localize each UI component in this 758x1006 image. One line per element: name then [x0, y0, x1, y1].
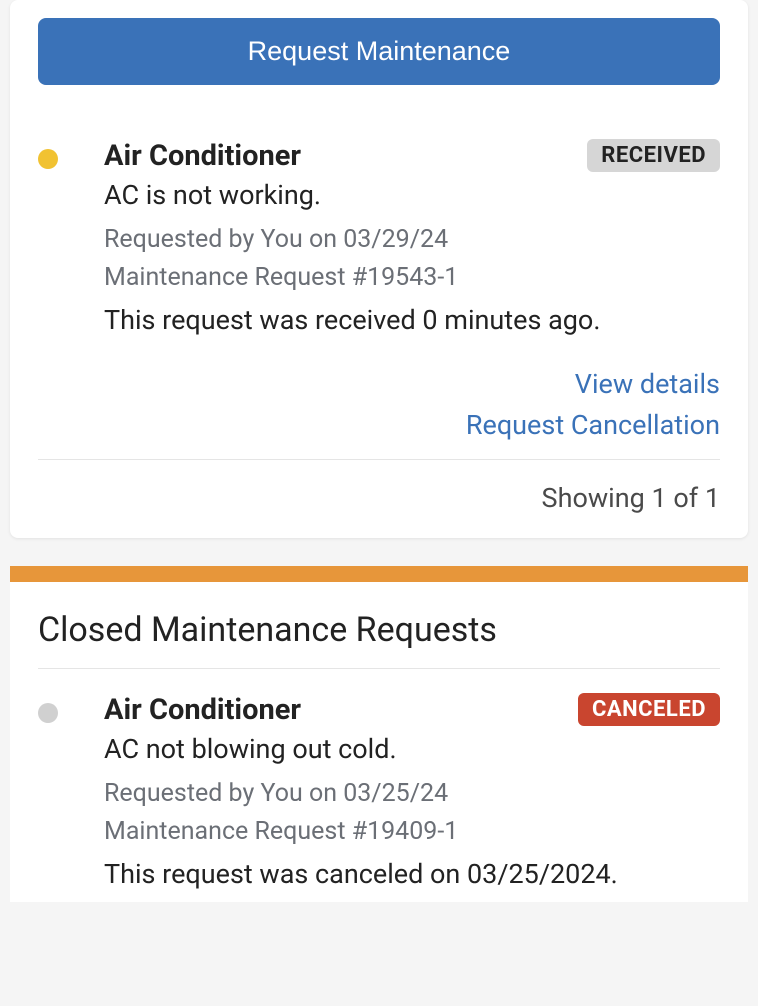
status-indicator-icon: [38, 703, 58, 723]
open-request-status-text: This request was received 0 minutes ago.: [104, 304, 720, 336]
status-badge-received: RECEIVED: [587, 139, 720, 172]
open-request-header: Air Conditioner RECEIVED: [104, 139, 720, 179]
open-request-description: AC is not working.: [104, 179, 720, 211]
closed-request-requested-by: Requested by You on 03/25/24: [104, 775, 720, 813]
open-request-requested-by: Requested by You on 03/29/24: [104, 221, 720, 259]
closed-request-header: Air Conditioner CANCELED: [104, 693, 720, 733]
status-badge-canceled: CANCELED: [578, 693, 720, 726]
open-request-body: Air Conditioner RECEIVED AC is not worki…: [104, 139, 720, 445]
closed-request-status-text: This request was canceled on 03/25/2024.: [104, 858, 720, 890]
open-requests-card: Request Maintenance Air Conditioner RECE…: [10, 0, 748, 538]
view-details-link[interactable]: View details: [104, 364, 720, 405]
closed-request-item: Air Conditioner CANCELED AC not blowing …: [38, 693, 720, 902]
open-card-inner: Request Maintenance Air Conditioner RECE…: [10, 0, 748, 538]
closed-request-body: Air Conditioner CANCELED AC not blowing …: [104, 693, 720, 890]
closed-request-title: Air Conditioner: [104, 693, 301, 727]
open-request-number: Maintenance Request #19543-1: [104, 259, 720, 297]
closed-card-accent-bar: [10, 566, 748, 582]
open-request-actions: View details Request Cancellation: [104, 364, 720, 445]
open-request-item: Air Conditioner RECEIVED AC is not worki…: [38, 139, 720, 460]
request-maintenance-button[interactable]: Request Maintenance: [38, 18, 720, 85]
pagination-text: Showing 1 of 1: [38, 482, 720, 514]
closed-section-title: Closed Maintenance Requests: [38, 610, 720, 650]
closed-request-description: AC not blowing out cold.: [104, 733, 720, 765]
request-cancellation-link[interactable]: Request Cancellation: [104, 405, 720, 446]
status-indicator-icon: [38, 149, 58, 169]
open-request-title: Air Conditioner: [104, 139, 301, 173]
closed-request-number: Maintenance Request #19409-1: [104, 813, 720, 851]
section-divider: [38, 668, 720, 669]
closed-requests-card: Closed Maintenance Requests Air Conditio…: [10, 566, 748, 902]
closed-card-inner: Closed Maintenance Requests Air Conditio…: [10, 582, 748, 902]
